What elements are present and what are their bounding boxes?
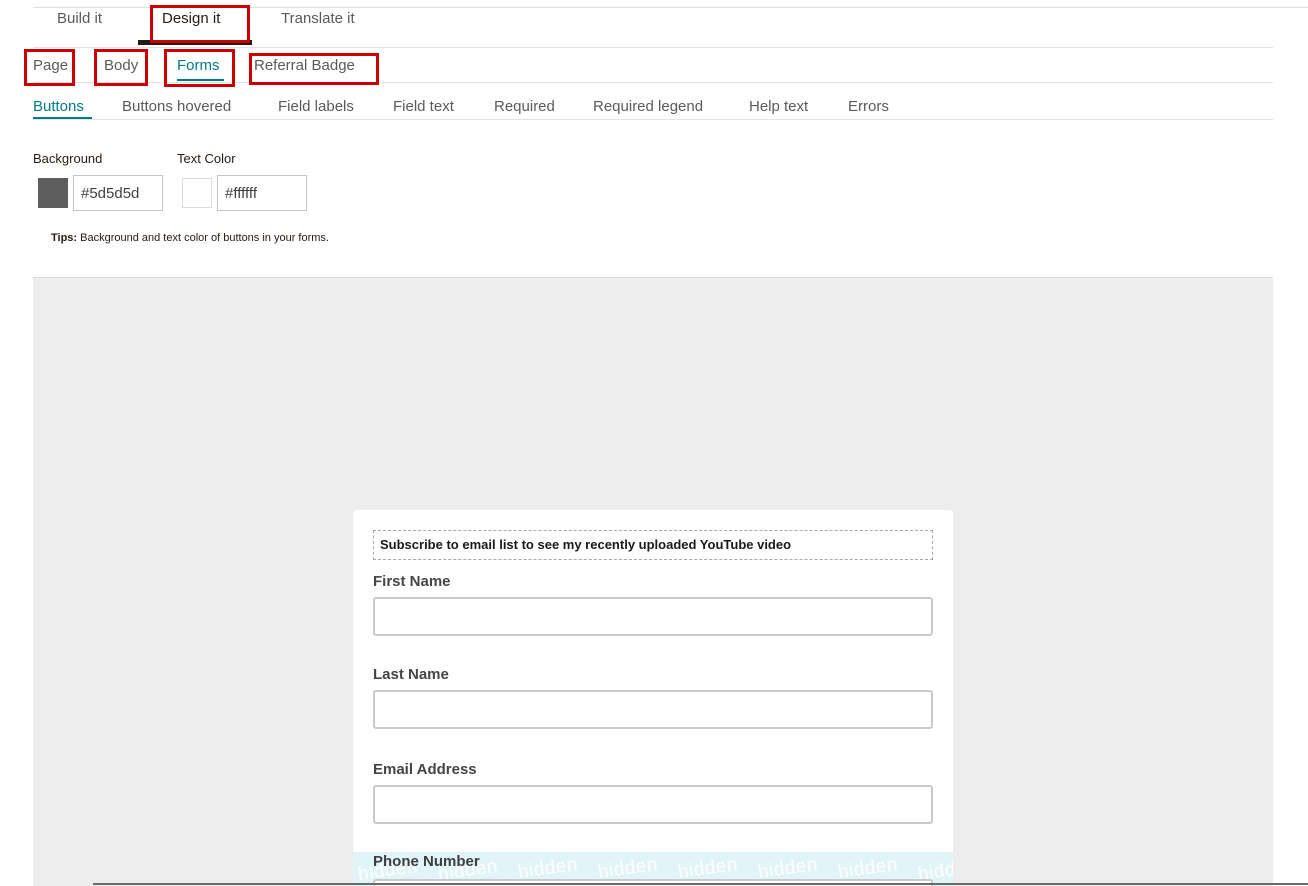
- tips-body: Background and text color of buttons in …: [77, 232, 329, 244]
- background-hex-input[interactable]: [73, 175, 163, 211]
- tips-text: Tips: Background and text color of butto…: [51, 232, 329, 244]
- form-heading: Subscribe to email list to see my recent…: [373, 530, 933, 560]
- tab-forms[interactable]: Forms: [177, 57, 220, 74]
- last-name-input[interactable]: [373, 690, 933, 729]
- tab-help-text[interactable]: Help text: [749, 98, 808, 115]
- tips-prefix: Tips:: [51, 232, 78, 244]
- tab-buttons[interactable]: Buttons: [33, 98, 84, 115]
- tab-errors[interactable]: Errors: [848, 98, 889, 115]
- forms-tab-underline: [177, 79, 224, 81]
- text-color-hex-input[interactable]: [217, 175, 307, 211]
- tab-required-legend[interactable]: Required legend: [593, 98, 703, 115]
- email-address-input[interactable]: [373, 785, 933, 824]
- tab-field-text[interactable]: Field text: [393, 98, 454, 115]
- forms-style-tabs: Buttons Buttons hovered Field labels Fie…: [33, 83, 1273, 120]
- last-name-label: Last Name: [373, 666, 449, 683]
- email-address-label: Email Address: [373, 761, 477, 778]
- active-tab-underline: [138, 40, 252, 45]
- text-color-swatch[interactable]: [182, 178, 212, 208]
- phone-number-label: Phone Number: [373, 853, 480, 870]
- text-color-label: Text Color: [177, 151, 236, 166]
- tab-referral-badge[interactable]: Referral Badge: [254, 57, 355, 74]
- top-tabs: Build it Design it Translate it: [33, 0, 1273, 48]
- background-label: Background: [33, 151, 103, 166]
- buttons-tab-underline: [33, 117, 92, 119]
- tab-build-it[interactable]: Build it: [57, 10, 102, 27]
- tab-required[interactable]: Required: [494, 98, 555, 115]
- tab-design-it[interactable]: Design it: [162, 10, 220, 27]
- tab-buttons-hovered[interactable]: Buttons hovered: [122, 98, 231, 115]
- tab-field-labels[interactable]: Field labels: [278, 98, 354, 115]
- background-color-swatch[interactable]: [38, 178, 68, 208]
- signup-form-card: Subscribe to email list to see my recent…: [353, 510, 953, 886]
- first-name-input[interactable]: [373, 597, 933, 636]
- form-preview-area: Subscribe to email list to see my recent…: [33, 277, 1273, 886]
- first-name-label: First Name: [373, 573, 451, 590]
- tab-body[interactable]: Body: [104, 57, 138, 74]
- hidden-field-band: hidden hidden hidden hidden hidden hidde…: [353, 852, 953, 886]
- design-sub-tabs: Page Body Forms Referral Badge: [33, 47, 1273, 83]
- tab-page[interactable]: Page: [33, 57, 68, 74]
- tab-translate-it[interactable]: Translate it: [281, 10, 355, 27]
